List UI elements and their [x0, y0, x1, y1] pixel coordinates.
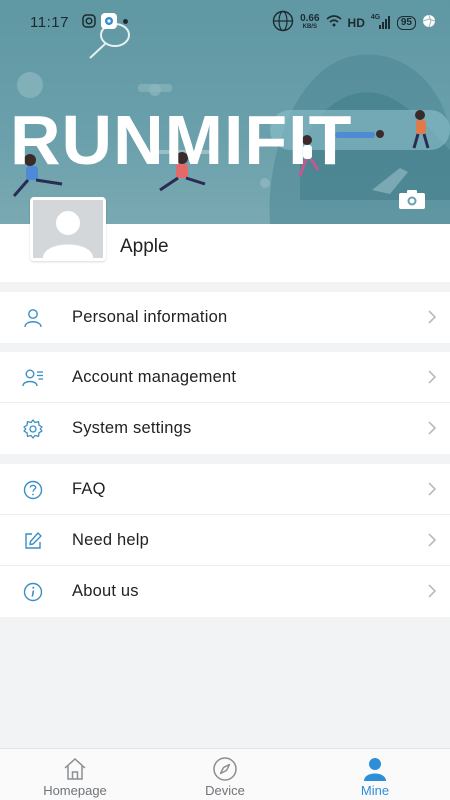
chevron-right-icon [426, 369, 438, 385]
header-banner: 11:17 0.66 KB/S HD 4G 95 RUNMIFIT [0, 0, 450, 224]
edit-icon [22, 530, 44, 552]
battery-indicator: 95 [396, 15, 416, 30]
menu-item-label: System settings [72, 419, 192, 437]
notification-dot-icon [123, 19, 128, 24]
shutter-icon [422, 14, 436, 31]
chevron-right-icon [426, 420, 438, 436]
status-indicators: 0.66 KB/S HD 4G 95 [272, 10, 436, 35]
menu-item-account-management[interactable]: Account management [0, 352, 450, 403]
chevron-right-icon [426, 583, 438, 599]
home-icon [62, 757, 88, 781]
compass-icon [212, 757, 238, 781]
menu-item-faq[interactable]: FAQ [0, 464, 450, 515]
nav-label: Mine [360, 783, 390, 798]
status-time: 11:17 [30, 14, 69, 31]
bottom-nav: Homepage Device Mine [0, 748, 450, 800]
menu-item-label: About us [72, 582, 139, 600]
brand-logo-text: RUNMIFIT [10, 101, 353, 179]
chevron-right-icon [426, 309, 438, 325]
nav-label: Homepage [43, 783, 107, 798]
gear-icon [22, 418, 44, 440]
signal-icon: 4G [371, 14, 391, 30]
info-icon [22, 581, 44, 603]
wifi-icon [326, 15, 342, 30]
menu-item-personal-information[interactable]: Personal information [0, 292, 450, 343]
chevron-right-icon [426, 481, 438, 497]
menu-group-support: FAQ Need help About us [0, 464, 450, 617]
menu-group-account: Account management System settings [0, 352, 450, 454]
menu-item-label: FAQ [72, 480, 106, 498]
account-list-icon [22, 367, 44, 389]
eye-app-icon [101, 13, 117, 33]
hd-label: HD [347, 15, 365, 30]
nav-item-homepage[interactable]: Homepage [0, 749, 150, 800]
camera-icon[interactable] [398, 188, 426, 210]
menu-group-profile: Personal information [0, 292, 450, 343]
username[interactable]: Apple [120, 236, 169, 258]
network-speed: 0.66 KB/S [300, 12, 320, 32]
nav-item-mine[interactable]: Mine [300, 749, 450, 800]
person-icon [22, 307, 44, 329]
status-bar: 11:17 0.66 KB/S HD 4G 95 [0, 0, 450, 44]
question-icon [22, 479, 44, 501]
menu-item-label: Personal information [72, 308, 228, 326]
menu-item-system-settings[interactable]: System settings [0, 403, 450, 454]
network-speed-value: 0.66 [300, 12, 320, 24]
instagram-icon [82, 14, 96, 32]
globe-icon [272, 10, 294, 35]
nav-item-device[interactable]: Device [150, 749, 300, 800]
avatar[interactable] [30, 197, 106, 261]
network-speed-unit: KB/S [302, 23, 317, 30]
nav-label: Device [205, 783, 245, 798]
menu-item-label: Account management [72, 368, 237, 386]
menu-item-need-help[interactable]: Need help [0, 515, 450, 566]
menu-item-about-us[interactable]: About us [0, 566, 450, 617]
menu-item-label: Need help [72, 531, 150, 549]
chevron-right-icon [426, 532, 438, 548]
user-icon [362, 757, 388, 781]
default-avatar-icon [33, 200, 103, 258]
